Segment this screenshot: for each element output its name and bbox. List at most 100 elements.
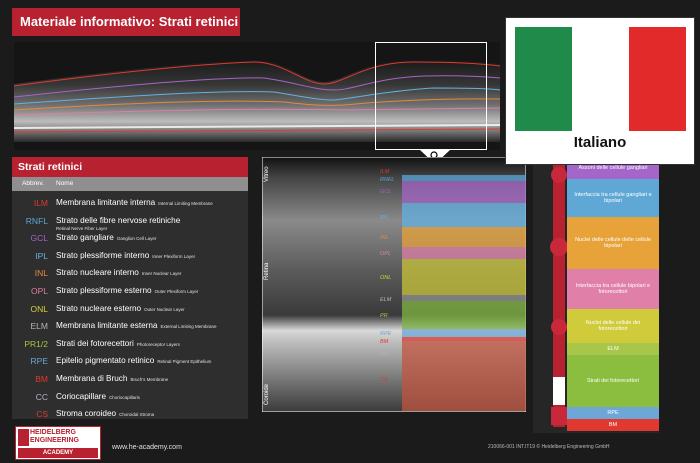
legend-name: Stroma coroideo Choroidal Stroma [56, 409, 154, 418]
legend-row: IPL Strato plessiforme interno Inner Plexi… [12, 248, 248, 266]
legend-abbrev: CS [36, 409, 48, 420]
legend-row: PR1/2 Strati dei fotorecettori Photorecept… [12, 336, 248, 354]
logo-icon [18, 429, 29, 446]
legend-name-en: Photoreceptor Layers [136, 341, 180, 347]
legend-name: Strati dei fotorecettori Photoreceptor La… [56, 339, 180, 348]
mid-layer-label: RPE [380, 331, 392, 337]
legend-abbrev: ONL [30, 303, 48, 314]
legend-row: CS Stroma coroideo Choroidal Stroma [12, 406, 248, 424]
legend-name-it: Strato nucleare interno [56, 268, 139, 278]
legend-name-it: Coriocapillare [56, 391, 107, 401]
legend-name-it: Strato plessiforme interno [56, 250, 150, 260]
legend-name-it: Strato delle fibre nervose retiniche [56, 215, 181, 225]
legend-name-it: Membrana limitante interna [56, 198, 156, 207]
legend-abbrev: GCL [30, 233, 48, 244]
mid-layer-label: BM [380, 339, 389, 345]
right-band-label: Interfaccia tra cellule gangliari e bipo… [567, 179, 659, 217]
legend-name: Membrana di Bruch Bruch's Membrane [56, 374, 168, 383]
legend-row: ILM Membrana limitante interna Internal Li… [12, 195, 248, 213]
legend-row: CC Coriocapillare Choriocapillaris [12, 389, 248, 407]
legend-name-it: Epitelio pigmentato retinico [56, 356, 155, 366]
copyright-text: 210066-001 INT.IT19 © Heidelberg Enginee… [488, 444, 610, 450]
legend-row: ONL Strato nucleare esterno Outer Nuclear … [12, 301, 248, 319]
legend-abbrev: RPE [30, 356, 48, 367]
legend-row: RNFL Strato delle fibre nervose retiniche… [12, 213, 248, 231]
logo-text-line1: HEIDELBERG [30, 429, 76, 436]
legend-name: Strato plessiforme interno Inner Plexifor… [56, 251, 195, 260]
right-band-label: ELM [567, 343, 659, 355]
legend-name: Strato nucleare esterno Outer Nuclear Lay… [56, 304, 185, 313]
right-band-label: Nuclei delle cellule delle cellule bipol… [567, 217, 659, 269]
legend-name-en: External Limiting Membrane [160, 324, 217, 330]
legend-name-en: Choriocapillaris [109, 394, 140, 400]
legend-name-it: Strato nucleare esterno [56, 303, 142, 313]
flag-red-stripe [629, 27, 686, 131]
legend-name-it: Strato plessiforme esterno [56, 286, 152, 295]
mid-layer-label: RNFL [380, 177, 395, 183]
mid-layer-label: OPL [380, 251, 392, 257]
legend-title: Strati retinici [12, 157, 248, 177]
legend-name-en: Outer Nuclear Layer [144, 306, 185, 312]
legend-name-en: Outer Plexiform Layer [154, 289, 199, 294]
zoom-region-box [375, 42, 487, 150]
legend-name-it: Strati dei fotorecettori [56, 338, 134, 348]
legend-abbrev: PR1/2 [24, 338, 48, 349]
mid-layer-label: ILM [380, 169, 390, 175]
legend-name-it: Membrana limitante esterna [56, 321, 158, 331]
legend-name: Membrana limitante interna Internal Limit… [56, 198, 213, 207]
right-band-labels: Assoni delle cellule gangliari Interfacci… [567, 157, 659, 433]
legend-name: Epitelio pigmentato retinico Retinal Pigm… [56, 356, 211, 365]
legend-name-it: Stroma coroideo [56, 409, 117, 419]
flag-green-stripe [515, 27, 572, 131]
legend-name-it: Strato gangliare [56, 233, 114, 243]
heidelberg-logo[interactable]: HEIDELBERG ENGINEERING ACADEMY [15, 426, 101, 460]
legend-name-en: Inner Plexiform Layer [152, 253, 196, 259]
mid-layer-label: ONL [380, 275, 392, 281]
right-band-label: BM [567, 419, 659, 431]
mid-layer-label: INL [380, 235, 389, 241]
legend-name-en: Inner Nuclear Layer [141, 271, 182, 277]
retina-cell-diagram: Assoni delle cellule gangliari Interfacci… [533, 157, 659, 433]
mid-layer-label: CS [380, 377, 388, 383]
language-label: Italiano [573, 134, 627, 151]
legend-panel: Strati retinici Abbrev. Nome ILM Membrana… [12, 157, 248, 419]
right-band-label: RPE [567, 407, 659, 419]
legend-name: Strato delle fibre nervose retiniche [56, 216, 180, 225]
legend-name: Strato gangliare Ganglion Cell Layer [56, 233, 156, 242]
mid-layer-label: IPL [380, 215, 389, 221]
legend-abbrev: IPL [35, 250, 48, 261]
right-band-label: Strati dei fotorecettori [567, 355, 659, 407]
flag-white-stripe [572, 27, 629, 131]
legend-row: ELM Membrana limitante esterna External Li… [12, 318, 248, 336]
mid-layer-label: PR [380, 313, 388, 319]
legend-name: Strato plessiforme esterno Outer Plexifor… [56, 286, 198, 295]
website-link[interactable]: www.he-academy.com [112, 444, 182, 451]
legend-abbrev: ILM [33, 198, 48, 208]
legend-abbrev: ELM [30, 321, 48, 332]
right-band-label: Nuclei delle cellule dei fotorecettori [567, 309, 659, 343]
legend-name-en: Choroidal Stroma [119, 412, 155, 418]
col-abbrev: Abbrev. [22, 180, 44, 187]
col-name: Nome [56, 180, 74, 187]
language-flag-card[interactable]: Italiano [505, 17, 695, 165]
legend-name: Coriocapillare Choriocapillaris [56, 392, 140, 401]
legend-row: BM Membrana di Bruch Bruch's Membrane [12, 371, 248, 389]
legend-name-en: Retinal Pigment Epithelium [157, 359, 212, 365]
legend-abbrev: INL [34, 268, 48, 279]
legend-name-en: Bruch's Membrane [130, 377, 169, 382]
logo-academy: ACADEMY [18, 448, 98, 458]
mid-layer-label: CC [380, 352, 388, 358]
legend-name-it: Membrana di Bruch [56, 374, 128, 383]
legend-abbrev: CC [35, 391, 48, 402]
mid-layer-labels: ILM RNFL GCL IPL INL OPL ONL ELM PR RPE BM CC CS [262, 157, 526, 412]
legend-abbrev: RNFL [25, 215, 48, 226]
right-band-label: Interfaccia tra cellule bipolari e fotor… [567, 269, 659, 309]
legend-header: Abbrev. Nome [12, 177, 248, 191]
mid-layer-label: GCL [380, 189, 392, 195]
page-title: Materiale informativo: Strati retinici [12, 8, 240, 36]
logo-text-line2: ENGINEERING [30, 437, 80, 444]
legend-name-en: Ganglion Cell Layer [116, 236, 157, 242]
mid-layer-label: ELM [380, 297, 392, 303]
legend-row: OPL Strato plessiforme esterno Outer Plexi… [12, 283, 248, 301]
legend-row: GCL Strato gangliare Ganglion Cell Layer [12, 230, 248, 248]
